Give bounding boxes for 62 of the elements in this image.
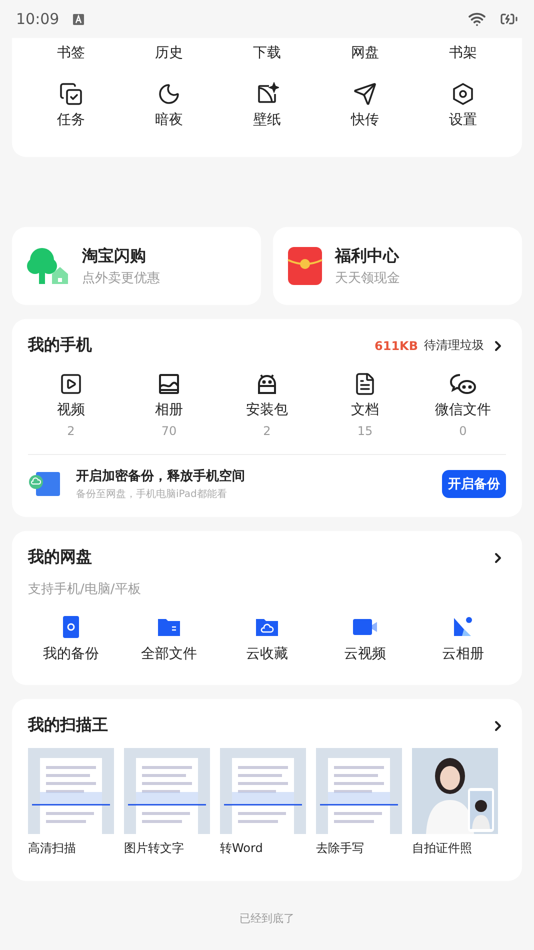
moon-icon: [157, 82, 181, 106]
category-count: 70: [161, 424, 177, 438]
section-title: 我的扫描王: [28, 715, 108, 736]
drive-label[interactable]: 云视频: [344, 645, 386, 663]
scan-tool-label[interactable]: 转Word: [220, 840, 306, 857]
wifi-icon: [468, 10, 486, 28]
drive-label[interactable]: 我的备份: [43, 645, 99, 663]
junk-size: 611KB: [374, 338, 418, 352]
chat-icon: [449, 372, 477, 396]
backup-title: 开启加密备份，释放手机空间: [76, 468, 246, 485]
shortcut-label[interactable]: 书签: [57, 44, 85, 62]
category-count: 2: [263, 424, 271, 438]
scan-tool-label[interactable]: 去除手写: [316, 840, 402, 857]
shortcut-label[interactable]: 书架: [449, 44, 477, 62]
category-label[interactable]: 文档: [351, 401, 379, 419]
paper-plane-icon: [353, 82, 377, 106]
drive-label[interactable]: 全部文件: [141, 645, 197, 663]
drive-label[interactable]: 云相册: [442, 645, 484, 663]
promo-title: 福利中心: [335, 246, 400, 266]
shortcut-label[interactable]: 壁纸: [253, 111, 281, 129]
section-title: 我的网盘: [28, 547, 92, 568]
shortcut-label[interactable]: 网盘: [351, 44, 379, 62]
promo-card[interactable]: 淘宝闪购 点外卖更优惠: [12, 227, 261, 305]
drive-label[interactable]: 云收藏: [246, 645, 288, 663]
promo-card[interactable]: 福利中心 天天领现金: [273, 227, 522, 305]
gift-envelope-icon: [287, 246, 323, 286]
backup-folder-icon: [28, 470, 62, 498]
image-icon: [157, 372, 181, 396]
shortcut-label[interactable]: 快传: [351, 111, 379, 129]
settings-icon: [451, 82, 475, 106]
section-title: 我的手机: [28, 335, 92, 356]
section-subtitle: 支持手机/电脑/平板: [28, 582, 141, 597]
category-label[interactable]: 相册: [155, 401, 183, 419]
promo-subtitle: 点外卖更优惠: [82, 270, 161, 286]
category-label[interactable]: 视频: [57, 401, 85, 419]
video-icon: [59, 372, 83, 396]
category-count: 15: [357, 424, 373, 438]
promo-subtitle: 天天领现金: [335, 270, 401, 286]
scan-tool-label[interactable]: 自拍证件照: [412, 840, 498, 857]
task-icon: [59, 82, 83, 106]
category-count: 2: [67, 424, 75, 438]
enable-backup-button[interactable]: 开启备份: [442, 470, 506, 498]
category-label[interactable]: 微信文件: [435, 401, 491, 419]
android-icon: [255, 372, 279, 396]
scan-tool-label[interactable]: 图片转文字: [124, 840, 210, 857]
end-of-list-text: 已经到底了: [240, 911, 294, 926]
document-icon: [353, 372, 377, 396]
category-label[interactable]: 安装包: [246, 401, 288, 419]
promo-title: 淘宝闪购: [82, 246, 147, 266]
keyboard-icon: [73, 14, 84, 24]
shortcut-label[interactable]: 历史: [155, 44, 183, 62]
shortcut-label[interactable]: 设置: [449, 111, 477, 129]
shortcut-label[interactable]: 暗夜: [155, 111, 183, 129]
status-time: 10:09: [16, 10, 60, 28]
junk-label: 待清理垃圾: [424, 337, 484, 354]
shortcut-label[interactable]: 下载: [253, 44, 281, 62]
backup-subtitle: 备份至网盘，手机电脑iPad都能看: [76, 488, 228, 501]
shortcut-label[interactable]: 任务: [57, 111, 85, 129]
scan-tool-label[interactable]: 高清扫描: [28, 840, 114, 857]
tree-icon: [26, 246, 70, 286]
wallpaper-icon: [255, 82, 279, 106]
category-count: 0: [459, 424, 467, 438]
